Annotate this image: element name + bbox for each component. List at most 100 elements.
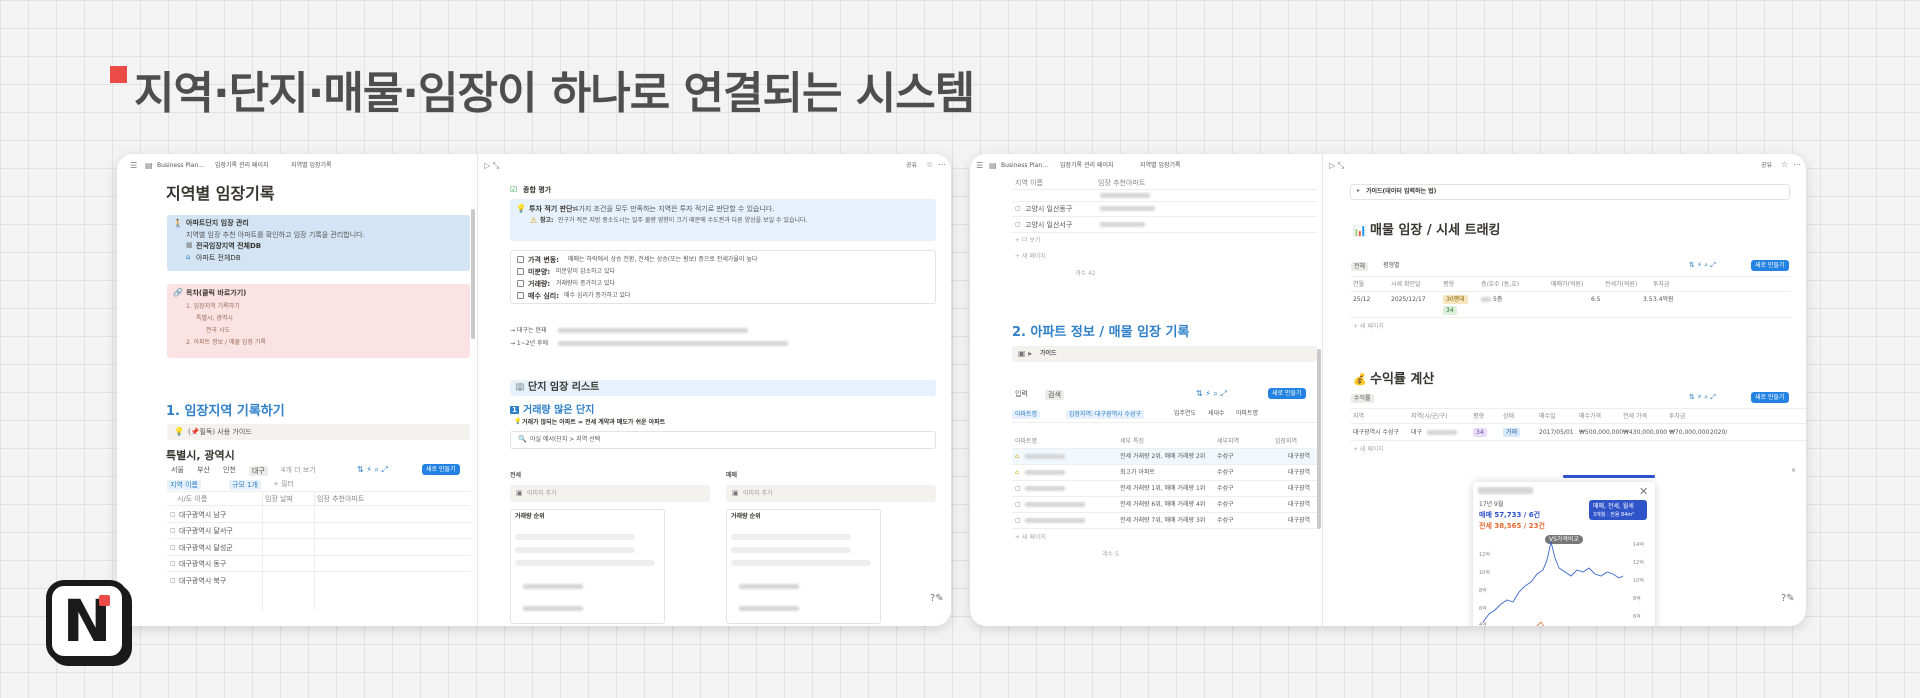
checkbox[interactable]	[517, 280, 524, 287]
more-icon[interactable]: ⋯	[938, 161, 946, 169]
toggle-arrow-icon[interactable]: ▸	[1357, 188, 1360, 194]
column-header[interactable]: 지역 이름	[1015, 179, 1043, 187]
view-tab[interactable]: 서울	[171, 466, 184, 474]
scrollbar[interactable]	[1317, 349, 1321, 529]
column-header[interactable]: 평형	[1443, 281, 1454, 288]
menu-icon[interactable]: ☰	[130, 162, 137, 170]
help-icon[interactable]: ?✎	[1781, 594, 1795, 604]
guide-label[interactable]: 가이드(데이터 입력하는 법)	[1366, 188, 1436, 195]
db-link-regions[interactable]: 전국임장지역 전체DB	[196, 242, 261, 250]
new-button[interactable]: 새로 만들기	[1751, 392, 1789, 404]
menu-icon[interactable]: ☰	[976, 162, 983, 170]
column-header[interactable]: 투자금	[1653, 281, 1670, 288]
column-header[interactable]: 지역	[1353, 413, 1364, 420]
new-page[interactable]: + 새 페이지	[1353, 323, 1384, 330]
toc-item[interactable]: 1. 임장지역 기록하기	[186, 303, 240, 310]
table-row[interactable]: 대구광역시 남구	[179, 511, 226, 519]
close-icon[interactable]: ×	[1791, 468, 1796, 474]
breadcrumb-item[interactable]: ...	[199, 162, 205, 169]
more-views[interactable]: 4개 더 보기	[281, 466, 316, 474]
rank-filter-row[interactable]	[731, 560, 871, 566]
filter-chip[interactable]: 아파트명	[1236, 410, 1258, 417]
rank-filter-row[interactable]	[731, 534, 851, 540]
column-header[interactable]: 시세 확인일	[1391, 281, 1421, 288]
filter-icon[interactable]: ⇅ ⚡ ⌕ ⤢	[1689, 262, 1716, 269]
breadcrumb-item[interactable]: 지역별 임장기록	[291, 162, 332, 169]
column-header[interactable]: 연월	[1353, 281, 1364, 288]
view-tab[interactable]: 부산	[197, 466, 210, 474]
guide-toggle[interactable]	[1012, 346, 1317, 362]
column-header[interactable]: 투자금	[1669, 413, 1686, 420]
new-page[interactable]: + 새 페이지	[1015, 534, 1046, 541]
image-add-label[interactable]: 이미지 추가	[743, 490, 773, 497]
guide-label[interactable]: (📌필독) 사용 가이드	[188, 428, 252, 436]
new-page[interactable]: + 새 페이지	[1015, 253, 1046, 260]
table-row[interactable]: 고양시 일산동구	[1025, 205, 1072, 213]
column-header[interactable]: 세부지역	[1217, 438, 1239, 445]
collapse-icon[interactable]: ▷ ⤡	[484, 162, 499, 170]
star-icon[interactable]: ☆	[926, 161, 933, 169]
view-tab[interactable]: 평형별	[1383, 262, 1400, 269]
view-tab[interactable]: 인천	[223, 466, 236, 474]
column-header[interactable]: 시/도 이름	[177, 495, 207, 503]
column-header[interactable]: 아파트명	[1015, 438, 1037, 445]
filter-icon[interactable]: ⇅ ⚡ ⌕ ⤢	[357, 466, 388, 474]
db-link-apartments[interactable]: 아파트 전체DB	[196, 254, 241, 262]
filter-chip[interactable]: 세대수	[1208, 410, 1225, 417]
table-cell[interactable]: 대구광역시 수성구	[1353, 429, 1399, 436]
filter-chip[interactable]: 규모 1개	[229, 480, 261, 491]
table-row[interactable]: 고양시 일산서구	[1025, 221, 1072, 229]
add-filter[interactable]: + 필터	[273, 480, 294, 488]
filter-chip[interactable]: 아파트명	[1012, 410, 1041, 420]
column-header[interactable]: 평형	[1473, 413, 1484, 420]
help-icon[interactable]: ?✎	[930, 594, 944, 604]
table-row[interactable]: 대구광역시 달서구	[179, 527, 233, 535]
rank-filter-row[interactable]	[731, 547, 851, 553]
share-button[interactable]: 공유	[906, 162, 917, 169]
column-header[interactable]: 상태	[1503, 413, 1514, 420]
column-header[interactable]: 지역(시/군/구)	[1411, 413, 1447, 420]
column-header[interactable]: 임장지역	[1275, 438, 1297, 445]
breadcrumb-item[interactable]: Business Plan	[1001, 162, 1042, 169]
view-tab[interactable]: 입력	[1015, 390, 1028, 398]
rank-filter-row[interactable]	[515, 560, 655, 566]
scrollbar[interactable]	[471, 209, 475, 339]
checkbox[interactable]	[517, 292, 524, 299]
filter-chip[interactable]: 임장지역: 대구광역시 수성구	[1066, 410, 1145, 420]
view-tab-active[interactable]: 대구	[249, 466, 268, 477]
column-header[interactable]: 임장 추천아파트	[1098, 179, 1145, 187]
toc-item[interactable]: 특별시, 광역시	[196, 315, 233, 322]
more-icon[interactable]: ⋯	[1793, 161, 1801, 169]
view-tab-active[interactable]: 수익률	[1351, 394, 1374, 404]
breadcrumb-item[interactable]: 임장기록 관리 페이지	[1060, 162, 1114, 169]
toc-item[interactable]: 2. 아파트 정보 / 매물 임장 기록	[186, 339, 266, 346]
checkbox[interactable]	[517, 256, 524, 263]
column-header[interactable]: 세부 특징	[1120, 438, 1144, 445]
table-cell[interactable]: 25/12	[1353, 296, 1370, 303]
filter-chip[interactable]: 입주연도	[1174, 410, 1196, 417]
star-icon[interactable]: ☆	[1781, 161, 1788, 169]
new-button[interactable]: 새로 만들기	[1268, 388, 1306, 400]
share-button[interactable]: 공유	[1761, 162, 1772, 169]
rank-filter-row[interactable]	[515, 547, 635, 553]
column-header[interactable]: 매매가(억원)	[1551, 281, 1583, 288]
checkbox[interactable]	[517, 268, 524, 275]
filter-icon[interactable]: ⇅ ⚡ ⌕ ⤢	[1689, 394, 1716, 401]
collapse-icon[interactable]: ▷ ⤡	[1329, 162, 1344, 170]
column-header[interactable]: 매수일	[1539, 413, 1556, 420]
new-button[interactable]: 새로 만들기	[422, 464, 460, 476]
breadcrumb-item[interactable]: Business Plan	[157, 162, 198, 169]
show-more[interactable]: + 더 보기	[1015, 237, 1040, 244]
table-row[interactable]: 대구광역시 북구	[179, 577, 226, 585]
breadcrumb-item[interactable]: ...	[1043, 162, 1049, 169]
column-header[interactable]: 임장 날짜	[265, 495, 293, 503]
table-row[interactable]: 대구광역시 동구	[179, 560, 226, 568]
breadcrumb-item[interactable]: 지역별 임장기록	[1140, 162, 1181, 169]
column-header[interactable]: 전세가(억원)	[1605, 281, 1637, 288]
rank-filter-row[interactable]	[515, 534, 635, 540]
new-button[interactable]: 새로 만들기	[1751, 260, 1789, 272]
toc-item[interactable]: 전국 시도	[206, 327, 230, 334]
image-add-label[interactable]: 이미지 추가	[527, 490, 557, 497]
guide-label[interactable]: 가이드	[1040, 350, 1057, 357]
column-header[interactable]: 전세 가격	[1623, 413, 1647, 420]
